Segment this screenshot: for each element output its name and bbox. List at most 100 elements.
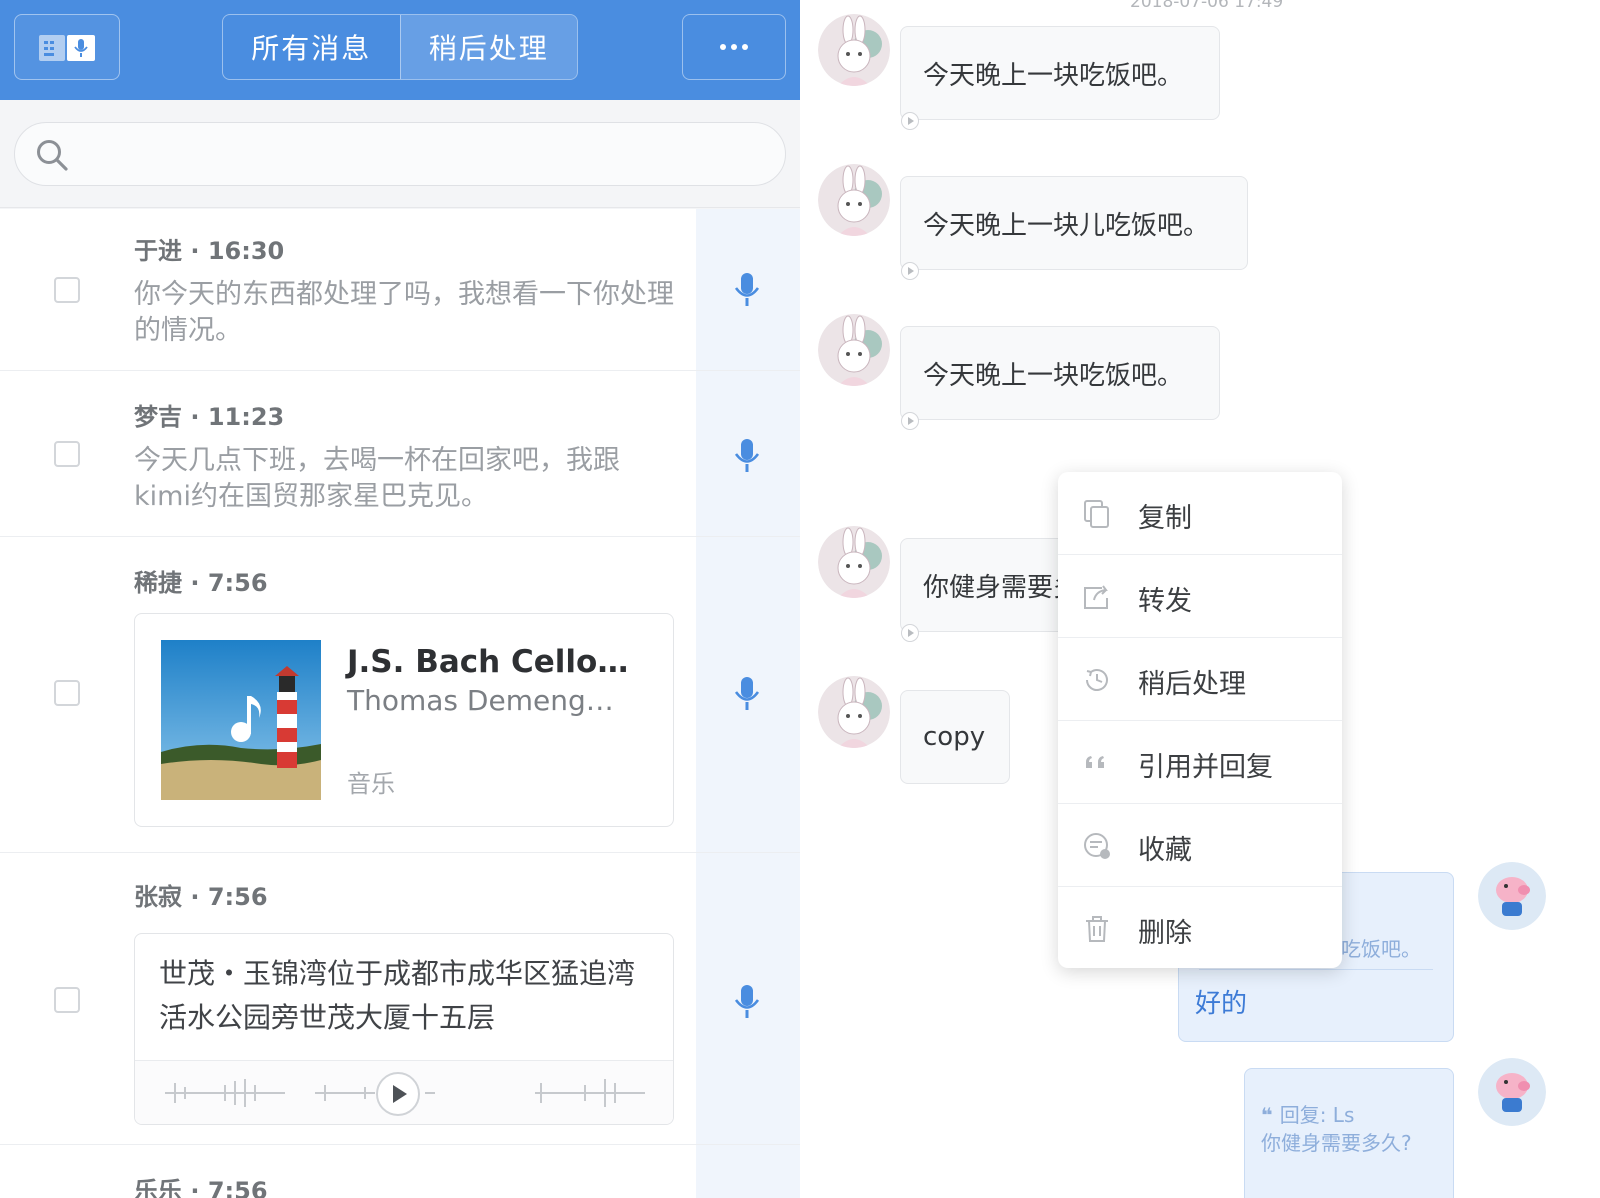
chat-panel: 2018-07-06 17:49 今天晚上一块吃饭吧。 今天晚上一块儿吃饭吧。 … [800,0,1600,1198]
microphone-icon[interactable] [734,677,760,711]
search-area [0,100,800,208]
message-meta: 稀捷 · 7:56 [134,563,268,598]
my-avatar[interactable] [1478,1058,1546,1126]
forward-icon [1084,585,1108,609]
meta-separator: · [182,237,208,265]
sender-name: 梦吉 [134,403,182,431]
menu-label: 引用并回复 [1138,752,1273,783]
message-meta: 梦吉 · 11:23 [134,397,284,432]
message-time: 7:56 [207,1177,268,1198]
album-cover-image [161,640,321,800]
chat-timestamp: 2018-07-06 17:49 [1130,0,1284,12]
message-row[interactable]: 梦吉 · 11:23 今天几点下班，去喝一杯在回家吧，我跟kimi约在国贸那家星… [0,371,800,537]
message-meta: 乐乐 · 7:56 [134,1171,268,1198]
select-checkbox[interactable] [54,680,80,706]
search-input[interactable] [85,135,765,175]
more-options-button[interactable] [682,14,786,80]
voice-play-icon[interactable] [901,262,919,280]
incoming-message-bubble[interactable]: 今天晚上一块儿吃饭吧。 [900,176,1248,270]
menu-label: 转发 [1138,586,1192,617]
message-row[interactable]: 张寂 · 7:56 世茂・玉锦湾位于成都市成华区猛追湾活水公园旁世茂大厦十五层 [0,853,800,1145]
voice-player [135,1060,673,1124]
voice-play-icon[interactable] [901,624,919,642]
meta-separator: · [182,1177,208,1198]
sender-name: 乐乐 [134,1177,182,1198]
menu-label: 删除 [1138,918,1192,949]
outgoing-reply-bubble[interactable]: ❝ 回复: Ls 你健身需要多久? [1244,1068,1454,1198]
message-list: 于进 · 16:30 你今天的东西都处理了吗，我想看一下你处理的情况。 梦吉 ·… [0,209,800,1198]
music-artist: Thomas Demeng… [347,684,614,717]
menu-item-delete[interactable]: 删除 [1058,887,1342,968]
app-root: 所有消息 稍后处理 于进 · 16:30 你今天的东西都处理了吗，我想看一下你处… [0,0,1600,1198]
meta-separator: · [182,569,208,597]
keyboard-voice-toggle-button[interactable] [14,14,120,80]
reply-text: 好的 [1195,989,1248,1019]
top-navigation-bar: 所有消息 稍后处理 [0,0,800,100]
menu-item-quote-reply[interactable]: 引用并回复 [1058,721,1342,804]
music-category-label: 音乐 [347,770,395,798]
contact-avatar[interactable] [818,314,890,386]
menu-label: 稍后处理 [1138,669,1246,700]
more-dot [731,44,737,50]
quoted-text: 你健身需要多久? [1261,1131,1412,1155]
incoming-message-bubble[interactable]: copy [900,690,1010,784]
message-meta: 张寂 · 7:56 [134,877,268,912]
menu-item-copy[interactable]: 复制 [1058,472,1342,555]
trash-icon [1086,916,1108,942]
message-row[interactable]: 乐乐 · 7:56 [0,1145,800,1198]
menu-item-forward[interactable]: 转发 [1058,555,1342,638]
menu-label: 复制 [1138,503,1192,534]
menu-label: 收藏 [1138,835,1192,866]
copy-icon [1084,500,1109,528]
menu-item-favorite[interactable]: 收藏 [1058,804,1342,887]
select-checkbox[interactable] [54,441,80,467]
voice-message-card[interactable]: 世茂・玉锦湾位于成都市成华区猛追湾活水公园旁世茂大厦十五层 [134,933,674,1125]
my-avatar[interactable] [1478,862,1546,930]
play-button[interactable] [375,1071,421,1117]
message-time: 7:56 [207,883,268,911]
tab-process-later[interactable]: 稍后处理 [399,15,577,79]
music-title: J.S. Bach Cello… [347,644,629,680]
voice-play-icon[interactable] [901,112,919,130]
quote-mark-icon: ❝ [1261,1103,1280,1127]
reply-to-label: 回复: Ls [1279,1103,1355,1127]
keyboard-mic-icon [39,35,95,61]
menu-item-process-later[interactable]: 稍后处理 [1058,638,1342,721]
message-preview: 你今天的东西都处理了吗，我想看一下你处理的情况。 [134,279,674,346]
message-list-panel: 所有消息 稍后处理 于进 · 16:30 你今天的东西都处理了吗，我想看一下你处… [0,0,800,1198]
music-card[interactable]: J.S. Bach Cello… Thomas Demeng… 音乐 [134,613,674,827]
select-checkbox[interactable] [54,277,80,303]
message-preview: 今天几点下班，去喝一杯在回家吧，我跟kimi约在国贸那家星巴克见。 [134,445,620,512]
incoming-message-bubble[interactable]: 今天晚上一块吃饭吧。 [900,26,1220,120]
contact-avatar[interactable] [818,164,890,236]
quote-icon [1086,756,1104,768]
search-box [14,122,786,186]
favorite-icon [1084,833,1110,859]
microphone-icon[interactable] [734,985,760,1019]
message-filter-tabs: 所有消息 稍后处理 [222,14,578,80]
incoming-message-bubble[interactable]: 今天晚上一块吃饭吧。 [900,326,1220,420]
message-time: 16:30 [207,237,285,265]
microphone-icon[interactable] [734,273,760,307]
message-row[interactable]: 稀捷 · 7:56 J.S. Bach Cello… Thomas Demeng… [0,537,800,853]
select-checkbox[interactable] [54,987,80,1013]
contact-avatar[interactable] [818,14,890,86]
contact-avatar[interactable] [818,526,890,598]
reply-header: ❝ 回复: Ls [1261,1099,1354,1128]
message-time: 7:56 [207,569,268,597]
clock-icon [1086,669,1108,691]
quote-divider [1199,969,1433,970]
message-row[interactable]: 于进 · 16:30 你今天的东西都处理了吗，我想看一下你处理的情况。 [0,209,800,371]
contact-avatar[interactable] [818,676,890,748]
more-dot [742,44,748,50]
meta-separator: · [182,403,208,431]
sender-name: 稀捷 [134,569,182,597]
message-meta: 于进 · 16:30 [134,231,284,266]
sender-name: 张寂 [134,883,182,911]
meta-separator: · [182,883,208,911]
voice-transcript: 世茂・玉锦湾位于成都市成华区猛追湾活水公园旁世茂大厦十五层 [159,957,636,1034]
voice-play-icon[interactable] [901,412,919,430]
tab-all-messages[interactable]: 所有消息 [223,15,400,79]
message-context-menu: 复制 转发 稍后处理 引用并回复 收藏 删除 [1058,472,1342,968]
microphone-icon[interactable] [734,439,760,473]
